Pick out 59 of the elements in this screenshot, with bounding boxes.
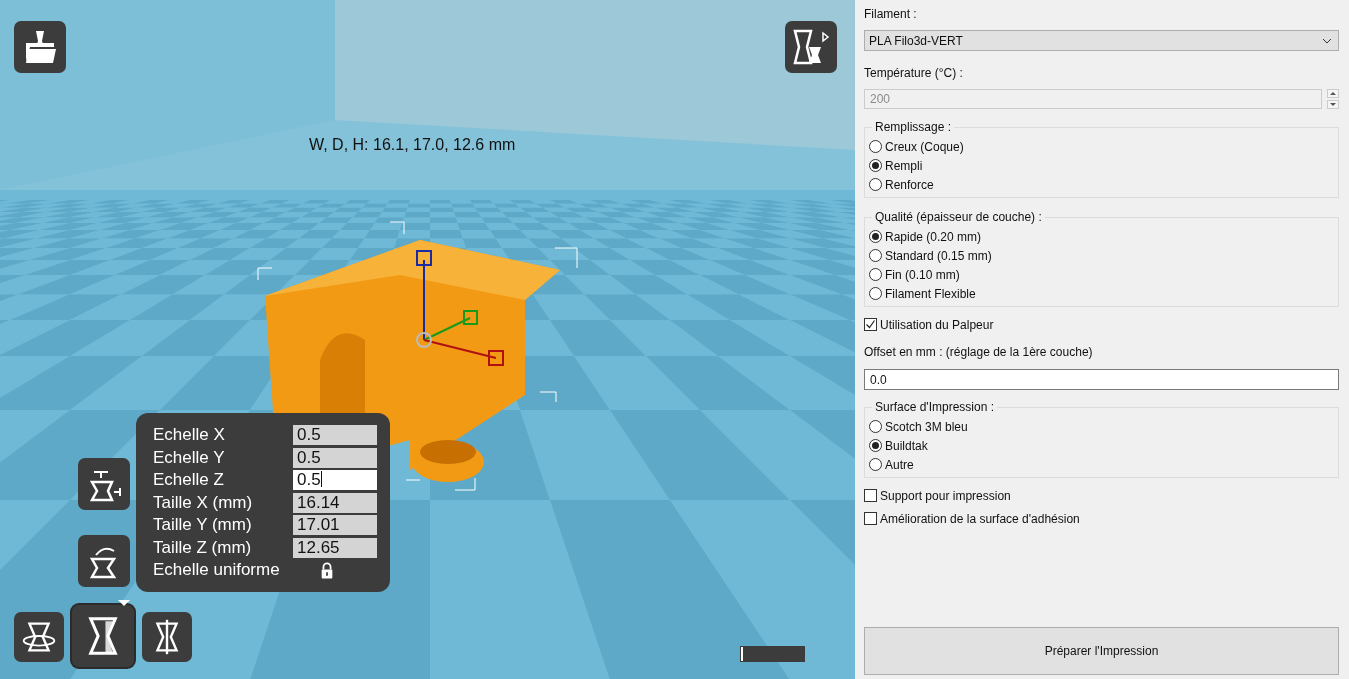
scale-input[interactable]: 0.5 [293,447,377,468]
scale-label: Taille Z (mm) [153,537,253,558]
radio-label: Rempli [885,158,923,173]
group-title: Qualité (épaisseur de couche) : [874,210,1043,224]
dimensions-label: W, D, H: 16.1, 17.0, 12.6 mm [309,136,516,154]
chevron-down-icon [1322,37,1332,44]
scale-label: Taille X (mm) [153,492,254,513]
field-label: Filament : [864,6,918,22]
field-label: Offset en mm : (réglage de la 1ère couche) [864,344,1094,360]
scale-input[interactable]: 16.14 [293,492,377,513]
scale-input[interactable]: 12.65 [293,537,377,558]
radio-label: Rapide (0.20 mm) [885,229,982,244]
checkbox-label: Support pour impression [880,488,1011,503]
uniform-scale-label: Echelle uniforme [153,560,281,580]
checkbox[interactable] [864,489,877,502]
mirror-tool-button[interactable] [142,612,192,662]
group-title: Remplissage : [874,120,953,134]
spin-down-icon[interactable] [1327,100,1339,109]
radio-button[interactable] [869,178,882,191]
scale-input[interactable]: 0.5 [293,425,377,445]
load-model-button[interactable] [14,21,66,73]
radio-label: Renforce [885,177,934,192]
view-mode-button[interactable] [785,21,837,73]
radio-button[interactable] [869,287,882,300]
reset-button[interactable] [78,535,130,587]
radio-label: Standard (0.15 mm) [885,248,992,263]
radio-label: Buildtak [885,438,928,453]
offset-field[interactable]: 0.0 [864,369,1339,390]
rotate-tool-button[interactable] [14,612,64,662]
prepare-print-button[interactable]: Préparer l'Impression [864,627,1339,675]
radio-label: Creux (Coque) [885,139,964,154]
scale-input[interactable]: 0.5 [293,470,377,490]
spin-up-icon[interactable] [1327,89,1339,98]
radio-button[interactable] [869,439,882,452]
radio-button[interactable] [869,458,882,471]
radio-button[interactable] [869,230,882,243]
radio-button[interactable] [869,420,882,433]
radio-button[interactable] [869,249,882,262]
checkbox[interactable] [864,318,877,331]
scale-label: Echelle X [153,425,226,445]
scale-label: Echelle Z [153,470,225,490]
checkbox-label: Utilisation du Palpeur [880,317,994,332]
lock-icon[interactable] [319,560,335,580]
checkbox-label: Amélioration de la surface d'adhésion [880,511,1080,526]
radio-label: Autre [885,457,914,472]
filament-dropdown[interactable]: PLA Filo3d-VERT [864,30,1339,51]
radio-button[interactable] [869,159,882,172]
radio-label: Scotch 3M bleu [885,419,968,434]
scale-input[interactable]: 17.01 [293,515,377,535]
radio-button[interactable] [869,140,882,153]
field-label: Température (°C) : [864,65,964,81]
radio-button[interactable] [869,268,882,281]
lay-flat-button[interactable] [78,458,130,510]
radio-label: Fin (0.10 mm) [885,267,960,282]
scale-label: Echelle Y [153,447,226,468]
group-title: Surface d'Impression : [874,400,995,414]
scale-label: Taille Y (mm) [153,515,253,535]
checkbox[interactable] [864,512,877,525]
radio-label: Filament Flexible [885,286,976,301]
